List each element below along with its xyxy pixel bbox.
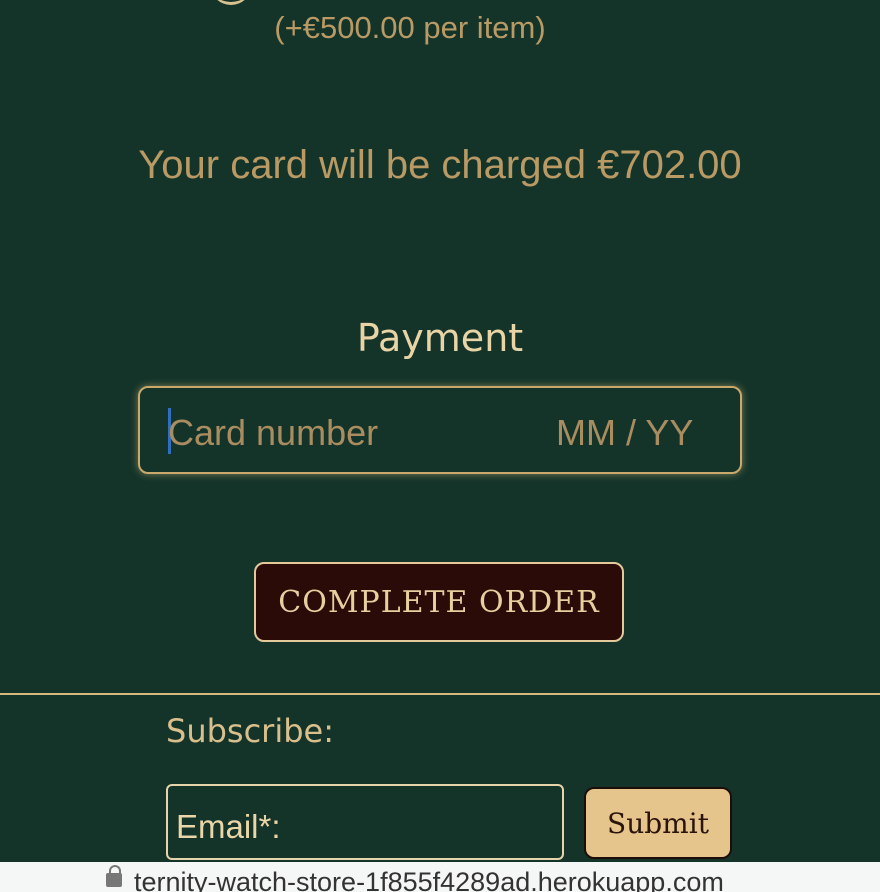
complete-order-button[interactable]: COMPLETE ORDER <box>254 562 624 642</box>
card-input-field[interactable]: Card number MM / YY <box>138 386 742 474</box>
charge-summary: Your card will be charged €702.00 <box>138 143 742 187</box>
per-item-price-note: (+€500.00 per item) <box>274 10 546 45</box>
payment-heading: Payment <box>356 316 524 360</box>
partial-icon <box>210 0 252 5</box>
expiry-placeholder[interactable]: MM / YY <box>556 412 693 454</box>
checkout-page: (+€500.00 per item) Your card will be ch… <box>0 0 880 892</box>
submit-button[interactable]: Submit <box>584 787 732 859</box>
card-number-placeholder[interactable]: Card number <box>168 412 378 454</box>
subscribe-label: Subscribe: <box>166 712 334 750</box>
url-text[interactable]: ternity-watch-store-1f855f4289ad.herokua… <box>134 867 724 892</box>
footer-divider <box>0 693 880 695</box>
lock-icon <box>106 865 122 887</box>
email-input-field[interactable]: Email*: <box>166 784 564 860</box>
email-placeholder[interactable]: Email*: <box>176 808 281 846</box>
